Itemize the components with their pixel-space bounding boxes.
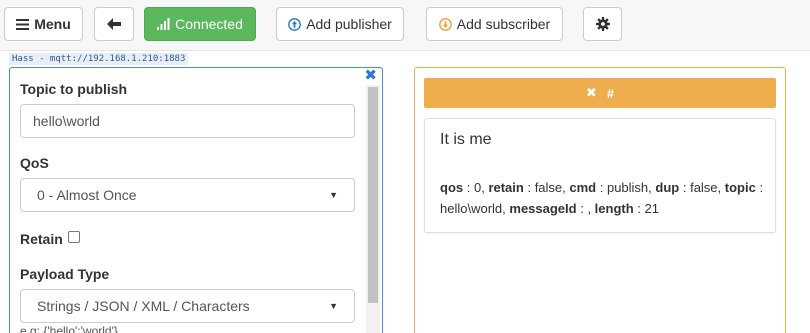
meta-key: retain [488,180,524,195]
connected-label: Connected [175,16,243,32]
hamburger-icon [16,18,30,30]
arrow-down-circle-icon [438,17,452,31]
gear-icon [595,17,610,31]
meta-value: 21 [644,201,659,216]
meta-value: hello\world [440,201,503,216]
payload-type-value: Strings / JSON / XML / Characters [37,298,250,314]
publisher-panel: ✖ Topic to publish hello\world QoS 0 - A… [9,67,383,333]
chevron-down-icon: ▼ [329,190,338,200]
meta-value: 0 [473,180,482,195]
add-publisher-button[interactable]: Add publisher [276,7,404,41]
subscriber-topic: # [606,85,615,101]
topic-label: Topic to publish [20,81,128,97]
menu-button[interactable]: Menu [4,7,83,41]
topic-input[interactable]: hello\world [20,104,355,138]
close-icon[interactable]: ✖ [364,68,377,83]
meta-key: dup [655,180,680,195]
message-meta: qos : 0, retain : false, cmd : publish, … [440,180,764,216]
message-card: It is me qos : 0, retain : false, cmd : … [424,118,776,233]
add-publisher-label: Add publisher [306,16,392,32]
add-subscriber-button[interactable]: Add subscriber [426,7,563,41]
settings-button[interactable] [583,7,622,41]
qos-select[interactable]: 0 - Almost Once ▼ [20,178,355,212]
payload-hint: e.g: {'hello':'world'} [20,324,118,333]
subscriber-panel: ✖ # It is me qos : 0, retain : false, cm… [414,67,786,333]
toolbar: Menu Connected Add publisher Add subscri… [0,0,810,51]
connected-button[interactable]: Connected [144,7,256,41]
close-icon[interactable]: ✖ [586,85,597,101]
payload-type-label: Payload Type [20,266,110,282]
arrow-up-circle-icon [288,17,302,31]
back-button[interactable] [94,7,134,41]
add-subscriber-label: Add subscriber [456,16,551,32]
chevron-down-icon: ▼ [329,301,338,311]
retain-checkbox[interactable] [68,231,80,243]
meta-value: publish [606,180,649,195]
meta-key: cmd [569,180,597,195]
signal-bars-icon [157,18,170,30]
meta-value: false [690,180,718,195]
qos-value: 0 - Almost Once [37,187,137,203]
payload-type-select[interactable]: Strings / JSON / XML / Characters ▼ [20,289,355,323]
scrollbar[interactable] [366,85,380,333]
message-payload: It is me [440,131,492,148]
meta-key: topic [724,180,756,195]
connection-label: Hass - mqtt://192.168.1.210:1883 [9,53,189,65]
menu-label: Menu [34,16,71,32]
meta-key: length [594,201,634,216]
meta-key: messageId [509,201,577,216]
qos-label: QoS [20,155,49,171]
subscriber-header: ✖ # [424,78,776,108]
retain-label: Retain [20,231,63,247]
meta-value: false [534,180,563,195]
meta-key: qos [440,180,464,195]
scrollbar-thumb[interactable] [368,87,378,303]
arrow-left-icon [107,18,121,30]
